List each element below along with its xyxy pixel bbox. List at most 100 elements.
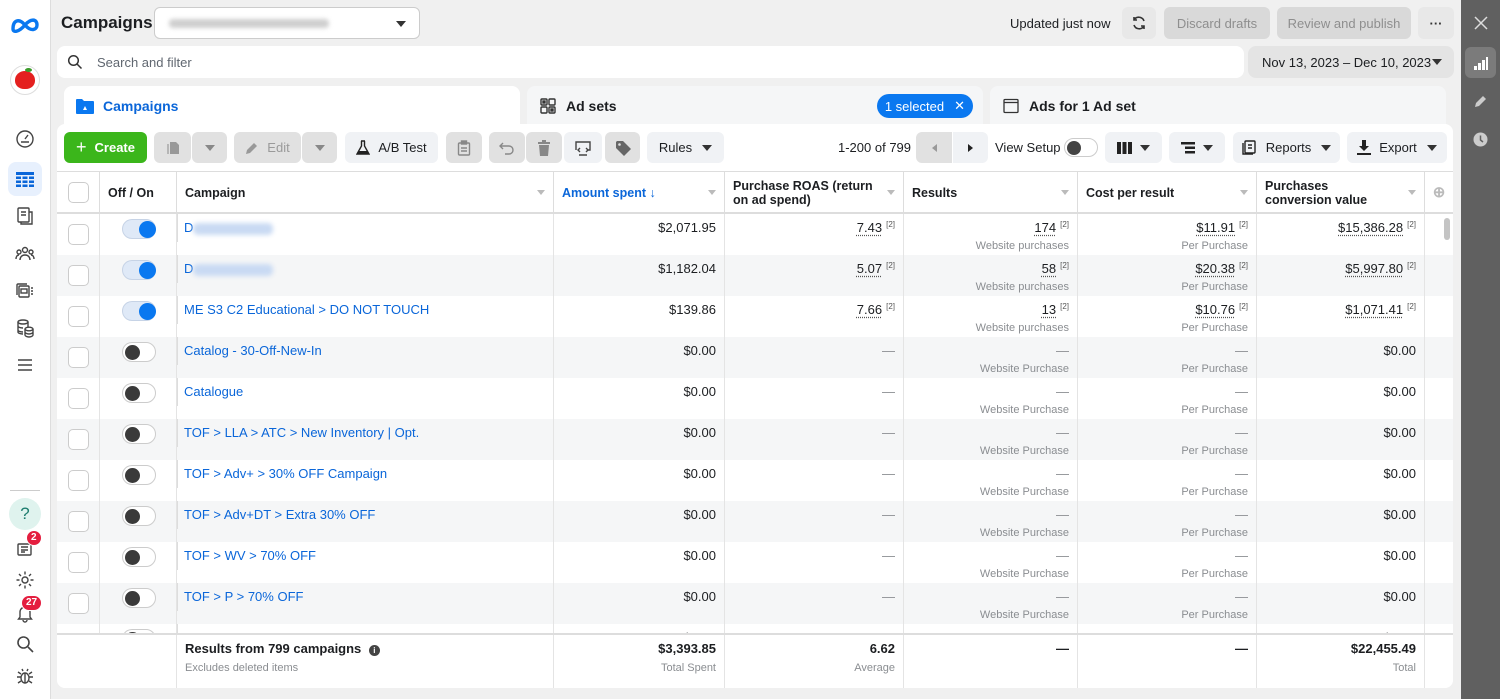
clipboard-button[interactable] [446,132,482,163]
discard-drafts-button[interactable]: Discard drafts [1164,7,1270,39]
nav-pages[interactable] [8,199,42,233]
col-header-conversion-value[interactable]: Purchases conversion value [1257,172,1425,213]
nav-billing[interactable] [8,311,42,345]
campaign-name[interactable]: TOF > Adv+DT > Extra 30% OFF [184,507,375,522]
close-icon[interactable]: ✕ [954,98,965,114]
row-checkbox[interactable] [67,265,89,286]
table-row[interactable]: TOF > LLA > ATC > New Inventory | Opt. $0… [57,419,1453,460]
close-panel-button[interactable] [1465,7,1496,38]
add-column-button[interactable]: ⊕ [1425,172,1453,213]
sort-caret-icon[interactable] [708,190,716,195]
nav-overview[interactable] [8,122,42,156]
nav-page-posts[interactable]: 2 [8,530,42,566]
campaign-name[interactable]: D [184,261,274,276]
sort-caret-icon[interactable] [887,190,895,195]
table-row[interactable]: TOF > WV > 70% OFF $0.00 — — Website Purchas… [57,542,1453,583]
row-checkbox[interactable] [67,470,89,491]
table-row[interactable]: Catalog - 30-Off-New-In $0.00 — — Website Pu… [57,337,1453,378]
delete-button[interactable] [526,132,562,163]
campaign-toggle[interactable] [122,342,156,362]
nav-all-tools[interactable] [8,348,42,382]
prev-page-button[interactable] [916,132,952,163]
campaign-toggle[interactable] [122,506,156,526]
breakdown-button[interactable] [1169,132,1225,163]
table-row[interactable]: D $2,071.95 7.43 [2] 174 [2] Website purchases… [57,214,1453,255]
campaign-toggle[interactable] [122,547,156,567]
col-header-cost-per-result[interactable]: Cost per result [1078,172,1257,213]
row-checkbox[interactable] [67,224,89,245]
edit-button[interactable]: Edit [234,132,301,163]
refresh-button[interactable] [1122,7,1156,39]
sort-caret-icon[interactable] [1240,190,1248,195]
nav-audiences[interactable] [8,237,42,271]
col-header-results[interactable]: Results [904,172,1078,213]
table-row[interactable]: TOF > Adv+ > 30% OFF Campaign $0.00 — — Webs… [57,460,1453,501]
nav-catalog[interactable] [8,274,42,308]
campaign-toggle[interactable] [122,301,156,321]
nav-notifications[interactable]: 27 [8,595,43,630]
selected-pill[interactable]: 1 selected ✕ [876,94,973,118]
charts-button[interactable] [1465,47,1496,78]
nav-report-bug[interactable] [8,659,42,693]
undo-button[interactable] [489,132,525,163]
select-all-checkbox[interactable] [67,182,89,203]
nav-search[interactable] [8,627,42,661]
rules-button[interactable]: Rules [647,132,724,163]
date-range-picker[interactable]: Nov 13, 2023 – Dec 10, 2023 [1248,46,1454,78]
campaign-toggle[interactable] [122,588,156,608]
edit-dropdown[interactable] [302,132,337,163]
duplicate-button[interactable] [154,132,191,163]
table-row[interactable]: ME S3 C2 Educational > DO NOT TOUCH $139.… [57,296,1453,337]
campaign-name[interactable]: D [184,220,274,235]
campaign-toggle[interactable] [122,260,156,280]
export-button[interactable]: Export [1347,132,1447,163]
table-row[interactable]: Catalogue $0.00 — — Website Purchase — Per Pur… [57,378,1453,419]
history-button[interactable] [1465,124,1496,155]
view-setup-toggle[interactable] [1064,138,1098,157]
review-publish-button[interactable]: Review and publish [1277,7,1411,39]
next-page-button[interactable] [953,132,988,163]
table-row[interactable]: TOF > Adv+DT > Extra 30% OFF $0.00 — — Websi… [57,501,1453,542]
duplicate-dropdown[interactable] [192,132,227,163]
ab-test-button[interactable]: A/B Test [345,132,438,163]
nav-settings[interactable] [8,563,42,597]
search-input[interactable] [97,54,1097,70]
tag-button[interactable] [605,132,640,163]
meta-logo-icon[interactable] [10,14,40,36]
sort-caret-icon[interactable] [1408,190,1416,195]
edit-panel-button[interactable] [1465,85,1496,116]
campaign-toggle[interactable] [122,383,156,403]
vertical-scrollbar[interactable] [1444,218,1450,240]
account-selector[interactable] [154,7,420,39]
help-button[interactable]: ? [9,498,41,530]
col-header-amount-spent[interactable]: Amount spent ↓ [554,172,725,213]
row-checkbox[interactable] [67,388,89,409]
table-row[interactable]: D $1,182.04 5.07 [2] 58 [2] Website purchases $… [57,255,1453,296]
campaign-toggle[interactable] [122,424,156,444]
row-checkbox[interactable] [67,306,89,327]
search-bar[interactable] [57,46,1244,78]
columns-button[interactable] [1105,132,1162,163]
sort-caret-icon[interactable] [1061,190,1069,195]
tab-ad-sets[interactable]: Ad sets 1 selected ✕ [527,86,983,126]
campaign-name[interactable]: Catalog - 30-Off-New-In [184,343,322,358]
campaign-name[interactable]: TOF > LLA > ATC > New Inventory | Opt. [184,425,419,440]
campaign-name[interactable]: TOF > P > 70% OFF [184,589,303,604]
row-checkbox[interactable] [67,347,89,368]
tab-campaigns[interactable]: Campaigns [64,86,520,126]
nav-ads-manager[interactable] [8,162,42,196]
more-options-button[interactable]: ··· [1418,7,1454,39]
row-checkbox[interactable] [67,511,89,532]
create-button[interactable]: + Create [64,132,147,163]
col-header-campaign[interactable]: Campaign [177,172,554,213]
row-checkbox[interactable] [67,429,89,450]
preview-button[interactable] [564,132,602,163]
campaign-name[interactable]: ME S3 C2 Educational > DO NOT TOUCH [184,302,429,317]
campaign-toggle[interactable] [122,465,156,485]
campaign-toggle[interactable] [122,219,156,239]
sort-caret-icon[interactable] [537,190,545,195]
account-avatar[interactable] [10,65,40,95]
table-row[interactable]: TOF > P > 70% OFF $0.00 — — Website Purchase… [57,583,1453,624]
info-icon[interactable]: i [368,645,380,656]
campaign-name[interactable]: TOF > WV > 70% OFF [184,548,316,563]
